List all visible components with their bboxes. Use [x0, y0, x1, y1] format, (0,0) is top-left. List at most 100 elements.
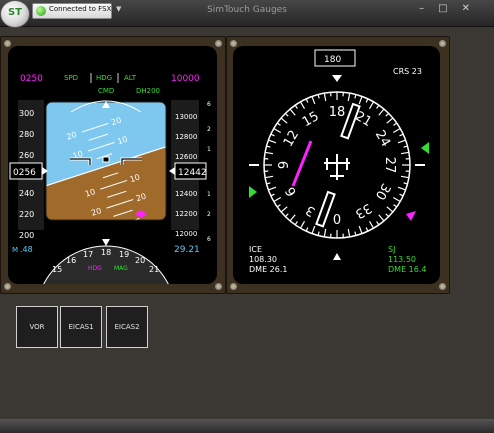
compass-label: 0 — [333, 210, 341, 225]
title-bar: ST Connected to FSX ▼ SimTouch Gauges –□… — [0, 0, 494, 27]
vsi-label: 1 — [207, 146, 211, 153]
eicas2-button[interactable]: EICAS2 — [106, 306, 148, 348]
compass-tick — [305, 227, 309, 232]
heading-label: 17 — [83, 250, 93, 259]
compass-tick — [266, 145, 271, 148]
status-bar — [0, 419, 494, 433]
compass-tick — [354, 231, 357, 236]
compass-tick — [265, 175, 274, 179]
compass-label: 18 — [329, 105, 346, 120]
vsi-scale: 6 2 1 1 2 6 — [207, 101, 211, 243]
compass-tick — [376, 221, 380, 226]
compass-label: 33 — [352, 200, 374, 221]
window-controls: –□✕ — [419, 3, 484, 14]
compass-tick — [393, 122, 398, 126]
nav2-ident: SJ — [388, 245, 395, 254]
screw-icon — [439, 40, 446, 47]
compass-tick — [400, 151, 409, 155]
compass-tick — [347, 228, 351, 237]
compass-tick — [323, 93, 327, 102]
compass-label: 3 — [303, 202, 318, 219]
compass-tick — [284, 112, 289, 117]
compass-tick — [323, 228, 327, 237]
compass-tick — [354, 94, 357, 99]
compass-tick — [266, 182, 271, 185]
compass-tick — [265, 151, 274, 155]
compass-tick — [311, 96, 316, 105]
screw-icon — [439, 283, 446, 290]
compass-label: 30 — [372, 180, 393, 202]
compass-tick — [378, 108, 385, 116]
close-button[interactable]: ✕ — [462, 3, 484, 14]
compass-tick — [280, 206, 288, 213]
compass-label: 15 — [300, 109, 322, 130]
compass-tick — [268, 186, 277, 191]
compass-tick — [299, 101, 306, 110]
compass-tick — [400, 175, 409, 179]
compass-tick — [385, 213, 390, 218]
minimize-button[interactable]: – — [419, 3, 438, 14]
compass-tick — [358, 96, 363, 105]
maximize-button[interactable]: □ — [438, 3, 461, 14]
compass-tick — [399, 133, 404, 137]
nav2-dme: DME 16.4 — [388, 265, 426, 274]
nav1-dme: DME 26.1 — [249, 265, 287, 274]
compass-tick — [299, 220, 306, 229]
compass-tick — [273, 127, 282, 134]
compass-tick — [317, 94, 320, 99]
fma-alt: ALT — [124, 74, 137, 82]
compass-tick — [378, 214, 385, 222]
alt-label: 12000 — [175, 230, 197, 238]
compass-label: 12 — [281, 128, 302, 150]
heading-label: 21 — [149, 265, 159, 274]
pfd-display[interactable]: 0250 SPD HDG ALT 10000 CMD DH200 20 10 1… — [8, 46, 217, 284]
compass-tick — [386, 117, 394, 124]
compass-tick — [365, 98, 369, 103]
alt-label: 12200 — [175, 210, 197, 218]
speed-label: 200 — [19, 231, 34, 240]
compass-label: 9 — [277, 161, 292, 169]
compass-tick — [397, 186, 406, 191]
screw-icon — [4, 283, 11, 290]
heading-label: 15 — [52, 265, 62, 274]
compass-tick — [368, 101, 375, 110]
hsi-display[interactable]: 180 CRS 23 18 21 24 27 30 33 0 3 6 9 12 15 — [233, 46, 440, 284]
compass-tick — [305, 98, 309, 103]
speed-label: 260 — [19, 151, 34, 160]
vor-button[interactable]: VOR — [16, 306, 58, 348]
compass-tick — [347, 93, 351, 102]
compass-tick — [393, 204, 398, 208]
compass-tick — [403, 145, 408, 148]
compass-tick — [276, 204, 281, 208]
fma-dh: DH200 — [136, 87, 160, 95]
compass-tick — [386, 206, 394, 213]
vsi-label: 2 — [207, 211, 211, 218]
compass-tick — [358, 225, 363, 234]
compass-tick — [385, 112, 390, 117]
heading-readout: 180 — [324, 55, 341, 65]
compass-tick — [270, 133, 275, 137]
course-deviation-bar — [291, 140, 313, 187]
alt-label: 12600 — [175, 153, 197, 161]
nav2-frequency: 113.50 — [388, 255, 416, 264]
heading-label: 18 — [101, 248, 111, 257]
speed-label: 300 — [19, 109, 34, 118]
heading-label: 19 — [119, 250, 129, 259]
speed-label: 240 — [19, 189, 34, 198]
compass-tick — [397, 139, 406, 144]
compass-label: 6 — [283, 184, 300, 199]
compass-tick — [289, 108, 296, 116]
compass-tick — [294, 221, 298, 226]
alt-label: 12400 — [175, 190, 197, 198]
alt-label: 12800 — [175, 133, 197, 141]
compass-tick — [294, 104, 298, 109]
compass-tick — [284, 213, 289, 218]
compass-tick — [280, 117, 288, 124]
compass-tick — [317, 231, 320, 236]
compass-tick — [392, 127, 401, 134]
speed-label: 220 — [19, 210, 34, 219]
compass-tick — [273, 196, 282, 203]
compass-tick — [276, 122, 281, 126]
eicas1-button[interactable]: EICAS1 — [60, 306, 102, 348]
mach-readout: .48 — [20, 245, 33, 254]
